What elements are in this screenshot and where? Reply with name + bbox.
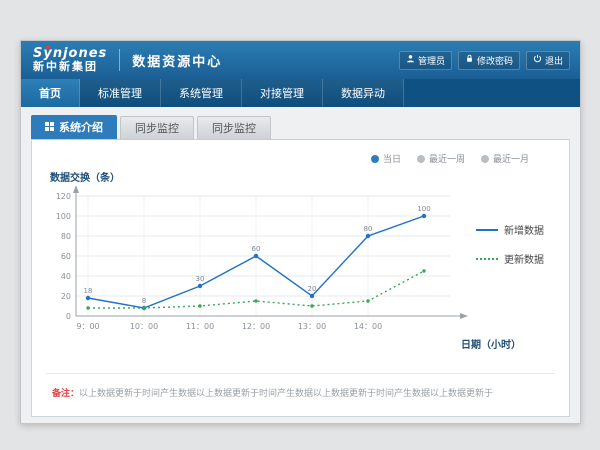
admin-user-button[interactable]: 管理员 xyxy=(399,51,452,70)
filter-last-month[interactable]: 最近一月 xyxy=(481,152,529,165)
svg-text:80: 80 xyxy=(61,232,71,241)
tab-bar: 系统介绍 同步监控 同步监控 xyxy=(31,115,580,139)
header-actions: 管理员 修改密码 退出 xyxy=(399,51,570,70)
svg-text:13：00: 13：00 xyxy=(298,322,326,331)
nav-item-interface-mgmt[interactable]: 对接管理 xyxy=(242,79,323,107)
nav-item-standard-mgmt[interactable]: 标准管理 xyxy=(80,79,161,107)
nav-item-data-change[interactable]: 数据异动 xyxy=(323,79,404,107)
grid-icon xyxy=(45,121,54,134)
radio-icon xyxy=(417,155,425,163)
remark-note: 备注：以上数据更新于时间产生数据以上数据更新于时间产生数据以上数据更新于时间产生… xyxy=(46,373,555,399)
app-header: Synjones 新中新集团 数据资源中心 管理员 修改密码 xyxy=(21,41,580,79)
app-title: 数据资源中心 xyxy=(132,51,222,70)
logout-label: 退出 xyxy=(545,54,563,67)
chart-legend: 新增数据 更新数据 xyxy=(476,186,554,266)
svg-text:11：00: 11：00 xyxy=(186,322,214,331)
radio-icon xyxy=(371,155,379,163)
tab-sync-monitor-2[interactable]: 同步监控 xyxy=(197,116,271,139)
svg-text:40: 40 xyxy=(61,272,71,281)
lock-icon xyxy=(465,54,474,66)
change-password-button[interactable]: 修改密码 xyxy=(458,51,520,70)
change-password-label: 修改密码 xyxy=(477,54,513,67)
svg-text:120: 120 xyxy=(56,192,71,201)
filter-label: 当日 xyxy=(383,152,401,165)
header-divider xyxy=(119,49,120,71)
tab-label: 同步监控 xyxy=(212,120,256,136)
svg-text:14：00: 14：00 xyxy=(354,322,382,331)
remark-prefix: 备注： xyxy=(52,389,79,399)
legend-new-data: 新增数据 xyxy=(476,222,554,237)
logout-button[interactable]: 退出 xyxy=(526,51,570,70)
logo-text: Synjones xyxy=(33,47,107,61)
dotted-line-icon xyxy=(476,258,498,260)
svg-text:10：00: 10：00 xyxy=(130,322,158,331)
power-icon xyxy=(533,54,542,66)
svg-text:60: 60 xyxy=(252,245,261,253)
chart-panel: 当日 最近一周 最近一月 数据交换（条） 0 20 40 60 80 100 120 9：00… xyxy=(31,139,570,417)
svg-text:18: 18 xyxy=(84,287,93,295)
svg-text:20: 20 xyxy=(61,292,71,301)
solid-line-icon xyxy=(476,229,498,231)
svg-text:12：00: 12：00 xyxy=(242,322,270,331)
app-window: Synjones 新中新集团 数据资源中心 管理员 修改密码 xyxy=(20,40,581,424)
legend-label: 新增数据 xyxy=(504,222,544,237)
legend-label: 更新数据 xyxy=(504,251,544,266)
filter-today[interactable]: 当日 xyxy=(371,152,401,165)
line-chart: 0 20 40 60 80 100 120 9：00 10：00 11：00 12：00 13：00 1… xyxy=(46,186,476,336)
svg-text:20: 20 xyxy=(308,285,317,293)
legend-updated-data: 更新数据 xyxy=(476,251,554,266)
svg-text:60: 60 xyxy=(61,252,71,261)
tab-system-intro[interactable]: 系统介绍 xyxy=(31,115,117,139)
content-area: 系统介绍 同步监控 同步监控 当日 最近一周 xyxy=(21,107,580,423)
main-nav: 首页 标准管理 系统管理 对接管理 数据异动 xyxy=(21,79,580,107)
svg-text:80: 80 xyxy=(364,225,373,233)
tab-label: 系统介绍 xyxy=(59,119,103,135)
filter-label: 最近一月 xyxy=(493,152,529,165)
admin-user-label: 管理员 xyxy=(418,54,445,67)
nav-item-home[interactable]: 首页 xyxy=(21,79,80,107)
svg-text:30: 30 xyxy=(196,275,205,283)
y-axis-title: 数据交换（条） xyxy=(50,169,555,184)
filter-label: 最近一周 xyxy=(429,152,465,165)
logo-dot xyxy=(46,45,50,49)
svg-text:100: 100 xyxy=(417,205,430,213)
user-icon xyxy=(406,54,415,66)
x-axis-title: 日期（小时） xyxy=(46,336,521,351)
svg-text:9：00: 9：00 xyxy=(76,322,99,331)
radio-icon xyxy=(481,155,489,163)
company-logo: Synjones 新中新集团 xyxy=(33,47,107,73)
logo-subtext: 新中新集团 xyxy=(33,61,107,73)
nav-item-system-mgmt[interactable]: 系统管理 xyxy=(161,79,242,107)
chart-row: 0 20 40 60 80 100 120 9：00 10：00 11：00 12：00 13：00 1… xyxy=(46,186,555,336)
tab-sync-monitor-1[interactable]: 同步监控 xyxy=(120,116,194,139)
svg-text:100: 100 xyxy=(56,212,71,221)
range-filters: 当日 最近一周 最近一月 xyxy=(46,152,529,165)
svg-text:0: 0 xyxy=(66,312,71,321)
remark-text: 以上数据更新于时间产生数据以上数据更新于时间产生数据以上数据更新于时间产生数据以… xyxy=(79,389,493,399)
svg-text:8: 8 xyxy=(142,297,146,305)
filter-last-week[interactable]: 最近一周 xyxy=(417,152,465,165)
tab-label: 同步监控 xyxy=(135,120,179,136)
